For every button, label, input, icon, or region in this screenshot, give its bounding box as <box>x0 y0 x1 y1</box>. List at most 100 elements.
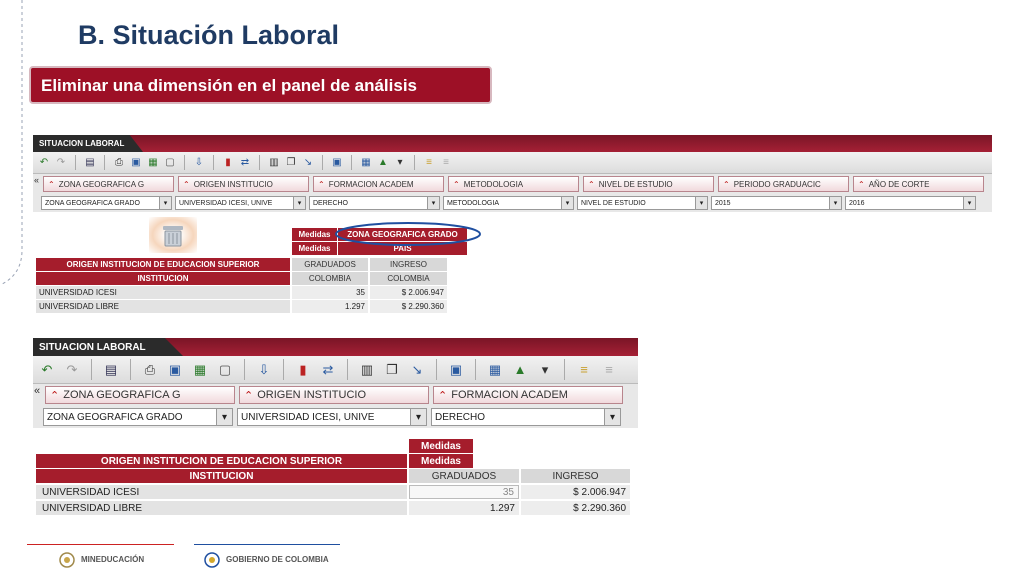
sort-asc-icon[interactable]: ≡ <box>574 360 594 380</box>
table-cell: 35 <box>292 286 368 299</box>
toolbar: ↶ ↷ ▤ ⎙ ▣ ▦ ▢ ⇩ ▮ ⇄ ▥ ❐ ↘ ▣ ▦ ▲ ▾ ≡ ≡ <box>33 152 992 174</box>
export-icon[interactable]: ▣ <box>129 156 143 170</box>
dimension-chip[interactable]: ⌃ FORMACION ACADEM <box>313 176 444 192</box>
table-layout-icon[interactable]: ▣ <box>330 156 344 170</box>
decorative-curve <box>0 0 23 286</box>
bar-chart-icon[interactable]: ▥ <box>357 360 377 380</box>
dimension-chip[interactable]: ⌃ AÑO DE CORTE <box>853 176 984 192</box>
collapse-icon[interactable]: « <box>34 175 39 185</box>
dimension-drag-icon: ⌃ <box>438 389 448 402</box>
dimension-select[interactable]: UNIVERSIDAD ICESI, UNIVE ▾ <box>237 408 427 426</box>
sort-desc-icon[interactable]: ≡ <box>439 156 453 170</box>
table-layout-icon[interactable]: ▣ <box>446 360 466 380</box>
excel-icon[interactable]: ▦ <box>190 360 210 380</box>
save-icon[interactable]: ⇩ <box>254 360 274 380</box>
undo-icon[interactable]: ↶ <box>37 156 51 170</box>
undo-icon[interactable]: ↶ <box>37 360 57 380</box>
chart-add-icon[interactable]: ▮ <box>293 360 313 380</box>
redo-icon[interactable]: ↷ <box>54 156 68 170</box>
dimension-select[interactable]: ZONA GEOGRAFICA GRADO ▾ <box>43 408 233 426</box>
dropdown-icon[interactable]: ▾ <box>535 360 555 380</box>
coat-of-arms-icon <box>59 552 75 568</box>
dimension-drag-icon: ⌃ <box>858 179 865 189</box>
dimension-chip[interactable]: ⌃ ORIGEN INSTITUCIO <box>239 386 429 404</box>
chart-menu-icon[interactable]: ▲ <box>376 156 390 170</box>
col-ingreso: INGRESO <box>370 258 447 271</box>
dimension-select[interactable]: NIVEL DE ESTUDIO ▾ <box>577 196 708 210</box>
table-cell[interactable]: 35 <box>409 485 519 499</box>
dimension-select[interactable]: DERECHO ▾ <box>309 196 440 210</box>
collapse-icon[interactable]: « <box>34 385 40 397</box>
pdf-icon[interactable]: ▢ <box>215 360 235 380</box>
sort-asc-icon[interactable]: ≡ <box>422 156 436 170</box>
dimension-label: METODOLOGIA <box>463 179 524 189</box>
print-icon[interactable]: ⎙ <box>140 360 160 380</box>
chevron-down-icon[interactable]: ▾ <box>159 197 171 209</box>
dimension-select[interactable]: 2015 ▾ <box>711 196 842 210</box>
chevron-down-icon[interactable]: ▾ <box>410 409 426 425</box>
dimension-select[interactable]: UNIVERSIDAD ICESI, UNIVE ▾ <box>175 196 306 210</box>
trend-icon[interactable]: ↘ <box>407 360 427 380</box>
medidas-label: Medidas <box>292 228 337 241</box>
dimension-chip[interactable]: ⌃ NIVEL DE ESTUDIO <box>583 176 714 192</box>
dimension-select[interactable]: ZONA GEOGRAFICA GRADO ▾ <box>41 196 172 210</box>
chevron-down-icon[interactable]: ▾ <box>293 197 305 209</box>
highlight-ellipse <box>335 222 481 246</box>
panel-titlebar: SITUACION LABORAL <box>33 338 638 356</box>
grid-view-icon[interactable]: ▤ <box>101 360 121 380</box>
dimension-select-value: 2015 <box>715 199 731 207</box>
chevron-down-icon[interactable]: ▾ <box>604 409 620 425</box>
chevron-down-icon[interactable]: ▾ <box>695 197 707 209</box>
selector-row: ZONA GEOGRAFICA GRADO ▾ UNIVERSIDAD ICESI,… <box>33 406 638 428</box>
dropdown-icon[interactable]: ▾ <box>393 156 407 170</box>
chevron-down-icon[interactable]: ▾ <box>963 197 975 209</box>
trend-icon[interactable]: ↘ <box>301 156 315 170</box>
table-view-icon[interactable]: ▦ <box>359 156 373 170</box>
chart-add-icon[interactable]: ▮ <box>221 156 235 170</box>
dimension-chip[interactable]: ⌃ ORIGEN INSTITUCIO <box>178 176 309 192</box>
row-header-institucion: INSTITUCION <box>36 272 290 285</box>
redo-icon[interactable]: ↷ <box>62 360 82 380</box>
chart-menu-icon[interactable]: ▲ <box>510 360 530 380</box>
slide-title: B. Situación Laboral <box>78 20 340 50</box>
analysis-panel-bottom: SITUACION LABORAL ↶ ↷ ▤ ⎙ ▣ ▦ ▢ ⇩ ▮ ⇄ ▥ ❐ ↘ ▣ ▦ ▲ ▾ ≡ ≡ « … <box>33 338 638 520</box>
dimension-select[interactable]: 2016 ▾ <box>845 196 976 210</box>
dimension-select[interactable]: DERECHO ▾ <box>431 408 621 426</box>
dimension-chip[interactable]: ⌃ ZONA GEOGRAFICA G <box>43 176 174 192</box>
dimension-chip[interactable]: ⌃ ZONA GEOGRAFICA G <box>45 386 235 404</box>
analysis-panel-top: SITUACION LABORAL ↶ ↷ ▤ ⎙ ▣ ▦ ▢ ⇩ ▮ ⇄ ▥ ❐ ↘ ▣ ▦ ▲ ▾ ≡ ≡ « … <box>33 135 992 315</box>
chevron-down-icon[interactable]: ▾ <box>829 197 841 209</box>
dimension-select[interactable]: METODOLOGIA ▾ <box>443 196 574 210</box>
dimension-select-value: DERECHO <box>435 411 486 423</box>
panel-title: SITUACION LABORAL <box>33 338 183 356</box>
grid-view-icon[interactable]: ▤ <box>83 156 97 170</box>
footer-logo-mineducacion: MINEDUCACIÓN <box>27 544 174 574</box>
chevron-down-icon[interactable]: ▾ <box>427 197 439 209</box>
print-icon[interactable]: ⎙ <box>112 156 126 170</box>
sort-desc-icon[interactable]: ≡ <box>599 360 619 380</box>
swap-icon[interactable]: ⇄ <box>238 156 252 170</box>
save-icon[interactable]: ⇩ <box>192 156 206 170</box>
dimension-chip[interactable]: ⌃ PERIODO GRADUACIC <box>718 176 849 192</box>
trash-icon[interactable] <box>160 224 186 248</box>
dimension-drag-icon: ⌃ <box>318 179 325 189</box>
subtitle-banner: Eliminar una dimensión en el panel de an… <box>29 66 492 104</box>
swap-icon[interactable]: ⇄ <box>318 360 338 380</box>
copy-icon[interactable]: ❐ <box>284 156 298 170</box>
row-header-origin: ORIGEN INSTITUCION DE EDUCACION SUPERIOR <box>36 454 407 468</box>
chevron-down-icon[interactable]: ▾ <box>561 197 573 209</box>
excel-icon[interactable]: ▦ <box>146 156 160 170</box>
footer-logo-gobierno: GOBIERNO DE COLOMBIA <box>194 544 340 574</box>
dimension-chip[interactable]: ⌃ METODOLOGIA <box>448 176 579 192</box>
col-graduados: GRADUADOS <box>409 469 519 483</box>
row-header-institucion: INSTITUCION <box>36 469 407 483</box>
bar-chart-icon[interactable]: ▥ <box>267 156 281 170</box>
export-icon[interactable]: ▣ <box>165 360 185 380</box>
table-row: UNIVERSIDAD ICESI <box>36 286 290 299</box>
dimension-select-value: ZONA GEOGRAFICA GRADO <box>47 411 183 423</box>
dimension-chip[interactable]: ⌃ FORMACION ACADEM <box>433 386 623 404</box>
chevron-down-icon[interactable]: ▾ <box>216 409 232 425</box>
copy-icon[interactable]: ❐ <box>382 360 402 380</box>
pdf-icon[interactable]: ▢ <box>163 156 177 170</box>
table-view-icon[interactable]: ▦ <box>485 360 505 380</box>
